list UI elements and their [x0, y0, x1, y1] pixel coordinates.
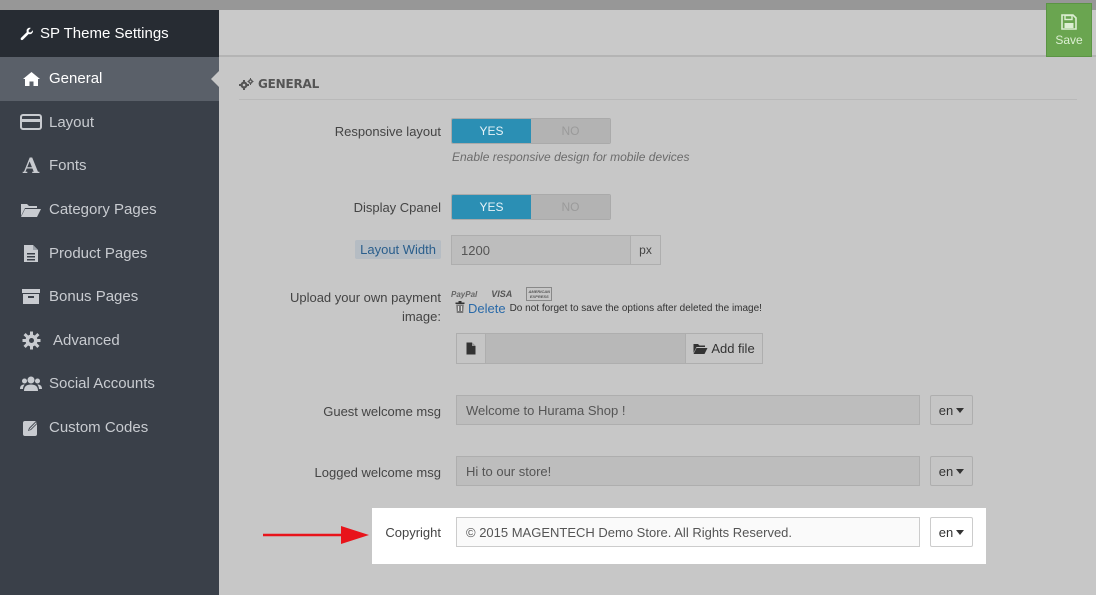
gear-icon — [19, 330, 43, 350]
guest-welcome-label: Guest welcome msg — [323, 404, 441, 419]
guest-welcome-group: Welcome to Hurama Shop ! — [456, 395, 920, 425]
layout-width-input[interactable]: 1200 — [451, 235, 631, 265]
font-icon: A — [22, 153, 40, 179]
edit-icon — [19, 418, 43, 438]
folder-open-icon — [19, 200, 43, 220]
section-title: GENERAL — [239, 77, 319, 91]
sidebar-item-social-accounts[interactable]: Social Accounts — [0, 362, 219, 406]
sidebar-item-layout[interactable]: Layout — [0, 101, 219, 145]
responsive-no-option[interactable]: NO — [531, 119, 610, 143]
trash-icon[interactable] — [455, 301, 465, 316]
folder-open-icon — [693, 343, 708, 354]
sidebar-item-general[interactable]: General — [0, 57, 219, 101]
topbar: Save — [219, 3, 1096, 57]
sidebar-item-category-pages[interactable]: Category Pages — [0, 188, 219, 232]
caret-down-icon — [956, 468, 965, 474]
credit-card-icon — [19, 112, 43, 132]
sidebar-item-label: Product Pages — [49, 244, 148, 262]
window-top-strip — [0, 0, 1096, 10]
guest-lang-value: en — [938, 402, 954, 418]
sidebar-item-label: Fonts — [49, 157, 87, 175]
cpanel-yes-option[interactable]: YES — [452, 195, 531, 219]
sidebar-item-product-pages[interactable]: Product Pages — [0, 231, 219, 275]
guest-lang-dropdown[interactable]: en — [930, 395, 973, 425]
sidebar: SP Theme Settings General Layout A Fonts… — [0, 10, 219, 595]
add-file-button[interactable]: Add file — [685, 333, 763, 364]
users-icon — [19, 374, 43, 394]
display-cpanel-label: Display Cpanel — [353, 200, 441, 215]
sidebar-item-label: General — [49, 70, 103, 88]
copyright-label: Copyright — [385, 525, 441, 540]
delete-link[interactable]: Delete — [468, 301, 506, 316]
sidebar-item-label: Bonus Pages — [49, 288, 139, 306]
sidebar-item-label: Social Accounts — [49, 375, 155, 393]
logged-welcome-label: Logged welcome msg — [314, 465, 441, 480]
payment-card-logos: PayPal VISA AMERICAN EXPRESS — [451, 287, 553, 301]
file-icon — [19, 243, 43, 263]
save-button[interactable]: Save — [1046, 3, 1092, 57]
layout-width-unit: px — [631, 235, 661, 265]
logged-welcome-input[interactable]: Hi to our store! — [456, 456, 920, 486]
amex-logo: AMERICAN EXPRESS — [526, 287, 553, 301]
paypal-logo: PayPal — [451, 289, 478, 299]
main-content: GENERAL Responsive layout YES NO Enable … — [219, 59, 1096, 595]
payment-label-line1: Upload your own payment — [289, 290, 441, 305]
cpanel-no-option[interactable]: NO — [531, 195, 610, 219]
sidebar-item-label: Category Pages — [49, 201, 157, 219]
sidebar-item-bonus-pages[interactable]: Bonus Pages — [0, 275, 219, 319]
red-arrow-annotation — [263, 526, 369, 544]
responsive-help-text: Enable responsive design for mobile devi… — [452, 150, 690, 164]
responsive-layout-label: Responsive layout — [334, 124, 441, 139]
sidebar-item-fonts[interactable]: A Fonts — [0, 144, 219, 188]
floppy-disk-icon — [1061, 13, 1077, 30]
display-cpanel-toggle[interactable]: YES NO — [451, 194, 611, 220]
payment-label-line2: image: — [401, 309, 441, 324]
caret-down-icon — [956, 407, 965, 413]
sidebar-item-label: Custom Codes — [49, 419, 149, 437]
file-name-field[interactable] — [486, 333, 685, 364]
section-title-text: GENERAL — [258, 77, 320, 91]
delete-row: Delete Do not forget to save the options… — [455, 301, 762, 316]
responsive-yes-option[interactable]: YES — [452, 119, 531, 143]
sidebar-item-label: Advanced — [53, 331, 120, 349]
delete-note: Do not forget to save the options after … — [509, 303, 762, 314]
archive-icon — [19, 287, 43, 307]
copyright-highlight: Copyright © 2015 MAGENTECH Demo Store. A… — [372, 508, 986, 564]
file-upload: Add file — [456, 333, 763, 364]
logged-lang-value: en — [938, 463, 954, 479]
sidebar-item-advanced[interactable]: Advanced — [0, 319, 219, 363]
home-icon — [19, 69, 43, 89]
guest-welcome-input[interactable]: Welcome to Hurama Shop ! — [456, 395, 920, 425]
sidebar-item-custom-codes[interactable]: Custom Codes — [0, 406, 219, 450]
wrench-icon — [20, 27, 34, 41]
file-icon — [456, 333, 486, 364]
sidebar-header: SP Theme Settings — [0, 10, 219, 57]
layout-width-label: Layout Width — [355, 240, 441, 259]
payment-image-label: Upload your own payment image: — [290, 288, 441, 326]
responsive-layout-toggle[interactable]: YES NO — [451, 118, 611, 144]
copyright-lang-dropdown[interactable]: en — [930, 517, 973, 547]
copyright-lang-value: en — [938, 524, 954, 540]
visa-logo: VISA — [491, 289, 513, 299]
add-file-label: Add file — [711, 341, 755, 356]
copyright-input[interactable]: © 2015 MAGENTECH Demo Store. All Rights … — [456, 517, 920, 547]
sidebar-item-label: Layout — [49, 113, 95, 131]
save-label: Save — [1055, 32, 1083, 47]
caret-down-icon — [956, 529, 965, 535]
cogs-icon — [239, 78, 254, 90]
sidebar-title: SP Theme Settings — [40, 25, 169, 42]
logged-lang-dropdown[interactable]: en — [930, 456, 973, 486]
logged-welcome-group: Hi to our store! — [456, 456, 920, 486]
layout-width-group: 1200 px — [451, 235, 661, 265]
section-divider — [239, 99, 1077, 100]
